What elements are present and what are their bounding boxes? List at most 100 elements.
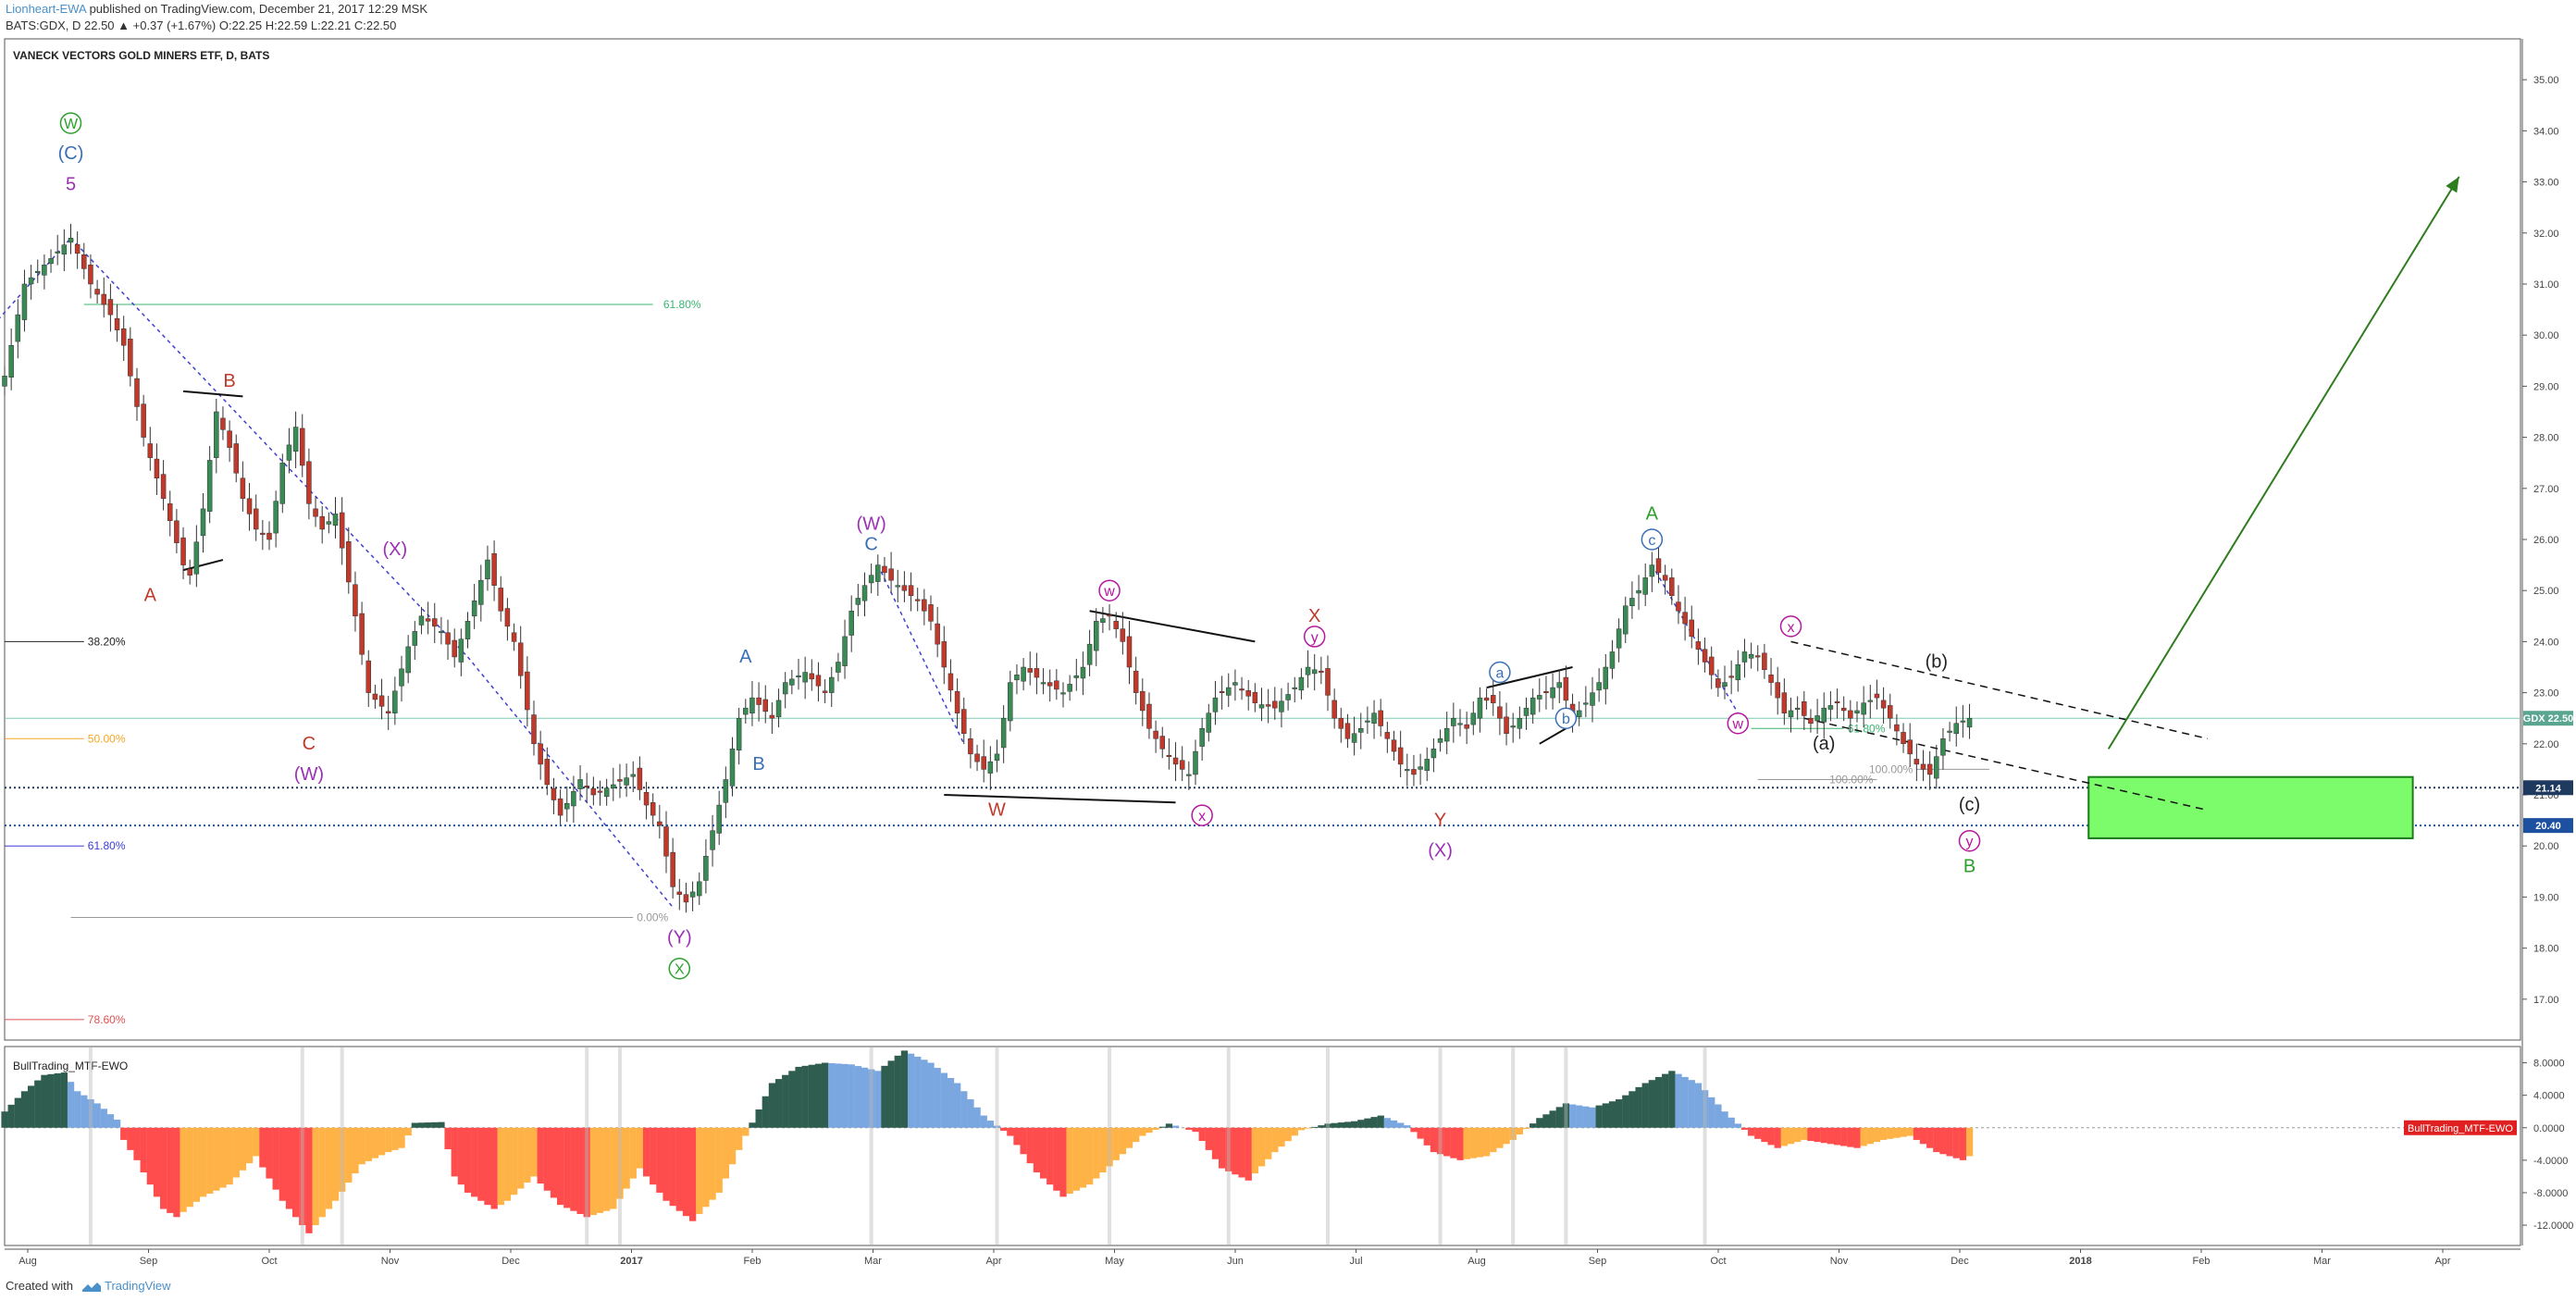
candle-body bbox=[577, 779, 583, 789]
candle-body bbox=[1491, 695, 1496, 703]
wave-label: C bbox=[864, 535, 877, 555]
ewo-bar bbox=[1251, 1127, 1259, 1174]
ewo-bar bbox=[1271, 1127, 1279, 1153]
ewo-bar bbox=[1364, 1118, 1371, 1128]
tradingview-link[interactable]: TradingView bbox=[105, 1279, 171, 1293]
candle-body bbox=[775, 700, 782, 718]
ewo-bar bbox=[1900, 1127, 1907, 1137]
candle-body bbox=[670, 851, 675, 887]
ewo-bar bbox=[285, 1127, 293, 1209]
candle-body bbox=[1080, 666, 1086, 679]
price-tick-label: 17.00 bbox=[2533, 995, 2559, 1006]
ewo-bar bbox=[404, 1127, 412, 1136]
candle-body bbox=[743, 707, 749, 715]
ewo-bar bbox=[1887, 1127, 1894, 1139]
ewo-bar bbox=[378, 1127, 386, 1156]
candle-body bbox=[233, 443, 239, 474]
ewo-bar bbox=[352, 1127, 359, 1174]
ewo-title: BullTrading_MTF-EWO bbox=[13, 1059, 128, 1072]
candle-body bbox=[941, 641, 947, 668]
candle-body bbox=[802, 672, 808, 683]
candle-body bbox=[412, 631, 418, 646]
candle-body bbox=[1735, 664, 1741, 681]
candle-body bbox=[815, 675, 822, 687]
ewo-bar bbox=[960, 1091, 968, 1128]
candle-body bbox=[1689, 619, 1694, 638]
candle-body bbox=[1920, 763, 1926, 770]
ewo-bar bbox=[1059, 1127, 1067, 1197]
candle-body bbox=[908, 585, 914, 596]
ewo-bar bbox=[312, 1127, 319, 1226]
ewo-bar bbox=[768, 1083, 776, 1128]
candle-body bbox=[214, 411, 219, 458]
candle-body bbox=[458, 638, 464, 663]
candle-body bbox=[94, 289, 100, 295]
candle-body bbox=[332, 514, 339, 527]
ewo-bar bbox=[762, 1096, 769, 1128]
wave-label: B bbox=[223, 371, 235, 391]
ewo-bar bbox=[788, 1071, 796, 1128]
wave-label: W bbox=[988, 800, 1006, 821]
ewo-bar bbox=[1232, 1127, 1239, 1175]
candle-body bbox=[1504, 716, 1509, 735]
candle-body bbox=[21, 283, 28, 320]
candle-body bbox=[1371, 712, 1377, 724]
ewo-bar bbox=[1397, 1122, 1405, 1128]
candle-body bbox=[1000, 717, 1007, 749]
candle-body bbox=[504, 608, 511, 627]
ewo-bar bbox=[1383, 1118, 1392, 1128]
candle-body bbox=[88, 265, 93, 285]
time-tick-label: Jun bbox=[1227, 1256, 1244, 1267]
candle-body bbox=[471, 600, 477, 617]
time-tick-label: Aug bbox=[19, 1256, 37, 1267]
ewo-bar bbox=[1662, 1073, 1669, 1128]
ewo-bar bbox=[1257, 1127, 1266, 1167]
candle-body bbox=[48, 258, 54, 265]
ewo-bar bbox=[722, 1127, 730, 1179]
candle-body bbox=[1762, 652, 1767, 671]
candle-body bbox=[478, 579, 484, 605]
ewo-bar bbox=[1814, 1127, 1821, 1143]
ewo-bar bbox=[358, 1127, 365, 1165]
ewo-bar bbox=[1833, 1127, 1841, 1146]
ewo-bar bbox=[576, 1127, 584, 1214]
candle-body bbox=[128, 339, 133, 377]
price-tick-label: 25.00 bbox=[2533, 586, 2559, 597]
candle-body bbox=[1245, 690, 1251, 697]
price-tick-label: 27.00 bbox=[2533, 484, 2559, 495]
ewo-bar bbox=[1516, 1127, 1524, 1134]
ewo-bar bbox=[245, 1127, 254, 1164]
ewo-bar bbox=[484, 1127, 491, 1206]
candle-body bbox=[1206, 712, 1212, 733]
ewo-tick-label: -4.0000 bbox=[2533, 1156, 2568, 1167]
candle-body bbox=[246, 498, 253, 514]
ewo-bar bbox=[1404, 1125, 1411, 1128]
ewo-bar bbox=[1456, 1127, 1464, 1160]
candle-body bbox=[1159, 736, 1165, 750]
candle-body bbox=[405, 646, 411, 674]
ewo-bar bbox=[140, 1127, 147, 1173]
ewo-bar bbox=[774, 1079, 783, 1128]
candle-body bbox=[1046, 682, 1053, 687]
candle-body bbox=[544, 759, 551, 786]
price-tick-label: 32.00 bbox=[2533, 229, 2559, 240]
candle-body bbox=[292, 427, 299, 452]
ewo-bar bbox=[636, 1127, 644, 1169]
ewo-bar bbox=[1926, 1127, 1934, 1148]
candle-body bbox=[452, 639, 457, 658]
candle-body bbox=[1880, 700, 1887, 709]
candle-body bbox=[968, 738, 973, 755]
candle-body bbox=[517, 642, 524, 676]
candle-body bbox=[1940, 738, 1946, 756]
time-tick-label: Apr bbox=[985, 1256, 1001, 1267]
candle-body bbox=[266, 532, 272, 540]
ewo-bar bbox=[874, 1071, 882, 1128]
candle-body bbox=[1966, 717, 1973, 728]
ewo-bar bbox=[1377, 1115, 1384, 1128]
ewo-bar bbox=[34, 1080, 42, 1128]
candle-body bbox=[1662, 575, 1668, 581]
ewo-bar bbox=[253, 1127, 260, 1157]
ewo-separator bbox=[1438, 1047, 1443, 1245]
candle-body bbox=[1113, 621, 1119, 629]
ewo-bar bbox=[471, 1127, 478, 1197]
